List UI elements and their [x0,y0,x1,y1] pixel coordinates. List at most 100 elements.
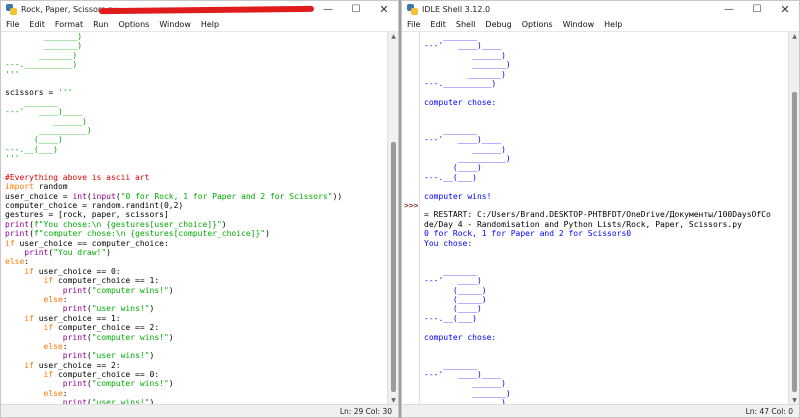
code-token: _______ [424,32,477,41]
code-line: __________) [5,126,388,135]
shell-line: 0 for Rock, 1 for Paper and 2 for Scisso… [424,229,789,238]
shell-titlebar[interactable]: IDLE Shell 3.12.0 — ☐ ✕ [402,1,799,18]
code-line: ---.__(___) [5,145,388,154]
menu-debug[interactable]: Debug [480,20,516,29]
code-token: print [5,229,30,239]
code-token: computer wins! [424,191,492,201]
code-token: ) [106,247,111,257]
code-token: "0 for Rock, 1 for Paper and 2 for Sciss… [120,191,333,201]
code-token: print [62,379,87,389]
code-line: print(f"You chose:\n {gestures[user_choi… [5,220,388,229]
menu-edit[interactable]: Edit [24,20,50,29]
code-line: print("user wins!") [5,351,388,360]
code-line: gestures = [rock, paper, scissors] [5,210,388,219]
code-token: = RESTART: C:/Users/Brand.DESKTOP-PHTBFD… [424,210,771,220]
code-text[interactable]: _______) _______) _______) ---.__________… [1,32,388,406]
code-token: import [5,182,34,192]
shell-line [424,107,789,116]
code-token: if [5,238,15,248]
code-line: if user_choice == 1: [5,314,388,323]
editor-titlebar[interactable]: Rock, Paper, Scissors.py - — ☐ ✕ [1,1,398,18]
close-icon[interactable]: ✕ [370,1,398,18]
code-token: print [62,304,87,314]
shell-output[interactable]: _______ ---' ____)____ ______) _______) _… [421,32,789,406]
code-token: __________) [5,125,92,135]
code-token: f"You chose:\n {gestures[user_choice]}" [33,219,222,229]
shell-line: (____) [424,304,789,313]
menu-shell[interactable]: Shell [451,20,481,29]
editor-menubar: File Edit Format Run Options Window Help [1,18,398,32]
scroll-up-icon[interactable]: ▲ [390,34,397,40]
code-token: if [43,370,54,380]
code-line: else: [5,389,388,398]
minimize-icon[interactable]: — [314,1,342,18]
prompt-gutter: >>>>>> [402,32,420,406]
cursor-position: Ln: 29 Col: 30 [339,407,392,416]
code-line: print("computer wins!") [5,333,388,342]
menu-format[interactable]: Format [50,20,88,29]
code-token: print [62,285,87,295]
code-token: if [24,266,34,276]
minimize-icon[interactable]: — [715,1,743,18]
code-token: ) [168,379,174,389]
code-line: _______) [5,51,388,60]
code-token: print [5,219,30,229]
shell-scrollbar[interactable]: ▲ ▼ [788,32,799,406]
code-editor[interactable]: _______) _______) _______) ---.__________… [1,32,388,406]
menu-window[interactable]: Window [558,20,600,29]
menu-file[interactable]: File [402,20,425,29]
code-token: #Everything above is ascii art [5,172,150,182]
code-token: ---' ____)____ [5,107,83,117]
menu-help[interactable]: Help [196,20,224,29]
shell-line: ---' ____)____ [424,41,789,50]
shell-window: IDLE Shell 3.12.0 — ☐ ✕ File Edit Shell … [401,0,800,418]
shell-line: computer wins! [424,192,789,201]
code-token: if [24,313,34,323]
scroll-up-icon[interactable]: ▲ [791,34,798,40]
menu-window[interactable]: Window [154,20,196,29]
code-token: else [5,257,25,267]
cursor-position: Ln: 47 Col: 0 [745,407,793,416]
shell-line [424,323,789,332]
code-token: "user wins!" [91,351,150,361]
scrollbar-thumb[interactable] [792,92,797,392]
code-token: ______) [424,379,506,389]
code-token: else [43,388,63,398]
code-token: ) [149,351,155,361]
code-token: (____) [5,135,63,145]
shell-text[interactable]: _______ ---' ____)____ ______) _______) _… [421,32,789,406]
editor-scrollbar[interactable]: ▲ ▼ [387,32,398,406]
scrollbar-thumb[interactable] [391,142,396,392]
close-icon[interactable]: ✕ [771,1,799,18]
shell-line: _______) [424,389,789,398]
code-token: (_____) [424,285,487,295]
code-token: computer_choice = random.randint(0,2) [5,201,184,211]
code-token: ''' [5,69,20,79]
maximize-icon[interactable]: ☐ [342,1,370,18]
code-token: de/Day 4 - Randomisation and Python List… [424,219,742,229]
idle-app-icon [407,4,418,15]
menu-run[interactable]: Run [88,20,113,29]
code-token: ---' ____) [424,276,482,286]
code-line: print(f"computer chose:\n {gestures[comp… [5,229,388,238]
menu-file[interactable]: File [1,20,24,29]
code-line: ---' ____)____ [5,107,388,116]
shell-line: _______) [424,60,789,69]
code-token: f"computer chose:\n {gestures[computer_c… [33,229,266,239]
menu-help[interactable]: Help [599,20,627,29]
menu-edit[interactable]: Edit [425,20,451,29]
code-token: else [43,341,63,351]
maximize-icon[interactable]: ☐ [743,1,771,18]
code-line: user_choice = int(input("0 for Rock, 1 f… [5,192,388,201]
code-line: #Everything above is ascii art [5,173,388,182]
menu-options[interactable]: Options [113,20,154,29]
menu-options[interactable]: Options [517,20,558,29]
code-line: print("computer wins!") [5,379,388,388]
code-line: print("You draw!") [5,248,388,257]
code-token: user_choice == 2: [33,360,121,370]
code-token: : [62,341,68,351]
